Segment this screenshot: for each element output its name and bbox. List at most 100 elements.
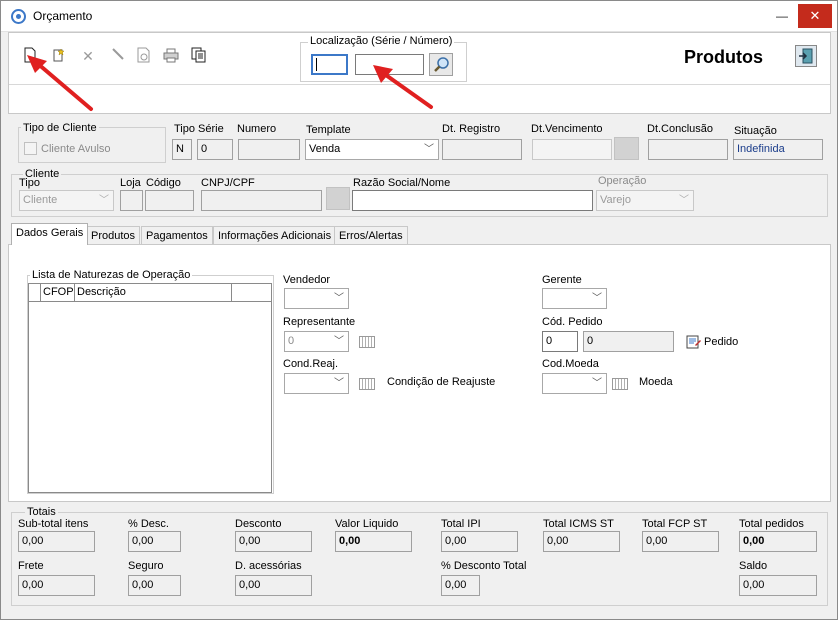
dt-vencimento-input[interactable] <box>532 139 612 160</box>
template-select[interactable]: Venda ﹀ <box>305 139 439 160</box>
template-label: Template <box>306 124 351 136</box>
app-icon <box>11 9 26 24</box>
operacao-value: Varejo <box>600 194 631 206</box>
list-selector-column <box>29 284 41 302</box>
exit-door-icon <box>799 48 813 64</box>
cod-moeda-label: Cod.Moeda <box>542 358 599 370</box>
chevron-down-icon: ﹀ <box>334 336 344 347</box>
cond-reaj-lookup-icon[interactable] <box>359 378 375 390</box>
razao-social-input[interactable] <box>352 190 593 211</box>
descricao-column-header[interactable]: Descrição <box>75 284 232 302</box>
total-icms-st-value: 0,00 <box>543 531 620 552</box>
cliente-avulso-checkbox[interactable] <box>24 142 37 155</box>
codigo-label: Código <box>146 177 181 189</box>
totais-legend: Totais <box>25 506 58 518</box>
frete-label: Frete <box>18 560 44 572</box>
chevron-down-icon: ﹀ <box>592 378 602 389</box>
cnpj-input[interactable] <box>201 190 322 211</box>
d-acessorias-label: D. acessórias <box>235 560 302 572</box>
maximize-button[interactable] <box>774 6 796 26</box>
tab-erros-alertas[interactable]: Erros/Alertas <box>334 226 408 246</box>
cod-pedido-label: Cód. Pedido <box>542 316 603 328</box>
close-button[interactable]: ✕ <box>798 4 832 28</box>
dt-vencimento-button[interactable] <box>614 137 639 160</box>
copy-icon[interactable] <box>190 47 208 65</box>
operacao-select[interactable]: Varejo ﹀ <box>596 190 694 211</box>
razao-social-label: Razão Social/Nome <box>353 177 451 189</box>
representante-label: Representante <box>283 316 356 328</box>
localizacao-legend: Localização (Série / Número) <box>308 35 455 47</box>
chevron-down-icon: ﹀ <box>592 293 602 304</box>
cod-moeda-select[interactable]: ﹀ <box>542 373 607 394</box>
cliente-tipo-select[interactable]: Cliente ﹀ <box>19 190 114 211</box>
cfop-column-header[interactable]: CFOP <box>41 284 75 302</box>
desconto-label: Desconto <box>235 518 282 530</box>
tab-pagamentos[interactable]: Pagamentos <box>141 226 213 246</box>
saldo-value: 0,00 <box>739 575 817 596</box>
vendedor-label: Vendedor <box>283 274 331 286</box>
cod-pedido-input-2[interactable]: 0 <box>583 331 674 352</box>
cliente-avulso-label: Cliente Avulso <box>41 143 111 155</box>
print-icon[interactable] <box>162 47 180 65</box>
perc-desc-label: % Desc. <box>128 518 169 530</box>
pedido-icon[interactable] <box>686 334 702 350</box>
main-window: Orçamento — ✕ ✕ Localização (Série / Núm… <box>0 0 838 620</box>
template-value: Venda <box>309 143 341 155</box>
pen-icon[interactable] <box>109 47 127 65</box>
naturezas-legend: Lista de Naturezas de Operação <box>30 269 193 281</box>
annotation-arrow-new <box>27 55 93 111</box>
valor-liquido-label: Valor Liquido <box>335 518 399 530</box>
total-pedidos-label: Total pedidos <box>739 518 804 530</box>
preview-icon[interactable] <box>135 47 153 65</box>
perc-desc-value[interactable]: 0,00 <box>128 531 181 552</box>
numero-label: Numero <box>237 123 277 135</box>
vendedor-select[interactable]: ﹀ <box>284 288 349 309</box>
serie-input[interactable] <box>311 54 348 75</box>
codigo-input[interactable] <box>145 190 194 211</box>
annotation-arrow-localizacao <box>373 65 433 109</box>
d-acessorias-value[interactable]: 0,00 <box>235 575 312 596</box>
saldo-label: Saldo <box>739 560 768 572</box>
representante-value: 0 <box>288 335 295 347</box>
cond-reaj-label: Cond.Reaj. <box>283 358 339 370</box>
condicao-reajuste-label: Condição de Reajuste <box>387 376 496 388</box>
tipo-serie-label: Tipo Série <box>174 123 224 135</box>
tab-dados-gerais[interactable]: Dados Gerais <box>11 223 89 245</box>
representante-select[interactable]: 0 ﹀ <box>284 331 349 352</box>
representante-lookup-icon[interactable] <box>359 336 375 348</box>
perc-desconto-total-label: % Desconto Total <box>441 560 527 572</box>
perc-desconto-total-value[interactable]: 0,00 <box>441 575 480 596</box>
operacao-label: Operação <box>598 175 647 187</box>
frete-value[interactable]: 0,00 <box>18 575 95 596</box>
tab-produtos[interactable]: Produtos <box>86 226 141 246</box>
dados-gerais-panel: Lista de Naturezas de Operação CFOP Desc… <box>8 244 831 502</box>
naturezas-list[interactable]: CFOP Descrição <box>28 283 272 493</box>
total-ipi-label: Total IPI <box>441 518 481 530</box>
seguro-label: Seguro <box>128 560 164 572</box>
dt-conclusao-input[interactable] <box>648 139 728 160</box>
serie-value-input[interactable]: 0 <box>197 139 233 160</box>
desconto-value[interactable]: 0,00 <box>235 531 312 552</box>
loja-label: Loja <box>120 177 141 189</box>
window-title: Orçamento <box>33 9 93 23</box>
tab-informacoes-adicionais[interactable]: Informações Adicionais <box>213 226 337 246</box>
exit-button[interactable] <box>795 45 817 67</box>
cod-moeda-lookup-icon[interactable] <box>612 378 628 390</box>
tipo-input[interactable]: N <box>172 139 192 160</box>
valor-liquido-value: 0,00 <box>335 531 412 552</box>
gerente-label: Gerente <box>542 274 582 286</box>
total-fcp-st-label: Total FCP ST <box>642 518 708 530</box>
cod-pedido-input-1[interactable]: 0 <box>542 331 578 352</box>
cond-reaj-select[interactable]: ﹀ <box>284 373 349 394</box>
gerente-select[interactable]: ﹀ <box>542 288 607 309</box>
cnpj-search-button[interactable] <box>326 187 350 210</box>
dt-vencimento-label: Dt.Vencimento <box>531 123 603 135</box>
dt-registro-input[interactable] <box>442 139 522 160</box>
total-pedidos-value: 0,00 <box>739 531 817 552</box>
seguro-value[interactable]: 0,00 <box>128 575 181 596</box>
list-filler-header <box>232 284 272 302</box>
dt-conclusao-label: Dt.Conclusão <box>647 123 714 135</box>
situacao-input: Indefinida <box>733 139 823 160</box>
numero-value-input[interactable] <box>238 139 300 160</box>
loja-input[interactable] <box>120 190 143 211</box>
